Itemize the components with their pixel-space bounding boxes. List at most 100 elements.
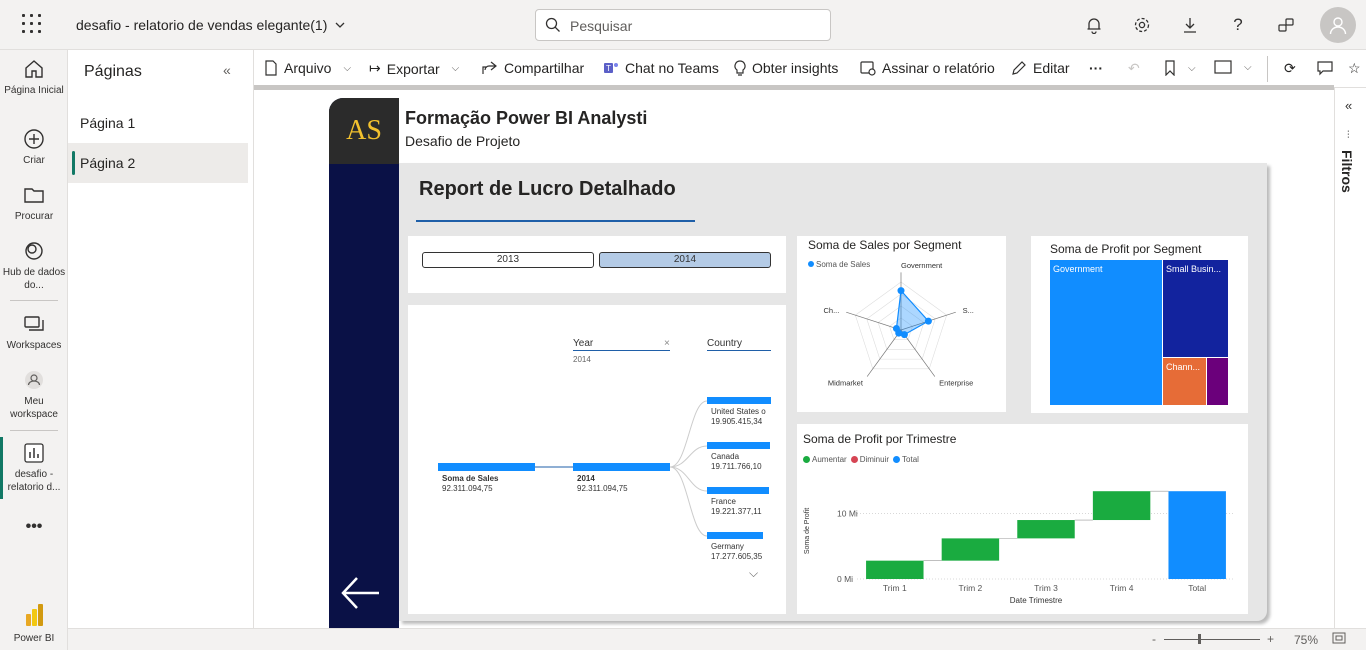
file-menu-button[interactable]: Arquivo ⌵ [264, 60, 351, 76]
chevron-down-icon[interactable]: ⌵ [749, 567, 758, 579]
treemap-cell-other[interactable] [1207, 358, 1228, 405]
edit-button[interactable]: Editar [1011, 60, 1070, 76]
nav-home[interactable]: Página Inicial [0, 58, 68, 97]
treemap-label: Government [1053, 264, 1103, 274]
favorite-star-icon[interactable]: ☆ [1348, 60, 1361, 77]
help-icon[interactable]: ? [1226, 13, 1250, 37]
subscribe-button[interactable]: Assinar o relatório [860, 60, 995, 76]
avatar[interactable] [1320, 7, 1356, 43]
insights-button[interactable]: Obter insights [734, 60, 838, 76]
nav-browse-label: Procurar [14, 211, 54, 222]
zoom-slider-track[interactable] [1164, 639, 1260, 640]
level1-value: 92.311.094,75 [577, 484, 628, 493]
country-bar[interactable] [707, 487, 769, 494]
app-launcher-icon[interactable] [22, 14, 44, 36]
collapse-panel-icon[interactable]: « [223, 62, 231, 78]
more-options-icon[interactable]: ··· [1089, 60, 1103, 76]
view-icon [1214, 60, 1232, 74]
level1-bar[interactable] [573, 463, 670, 471]
report-title-text: Formação Power BI Analysti [405, 108, 648, 128]
teams-chat-button[interactable]: T Chat no Teams [603, 60, 719, 76]
nav-current-report[interactable]: desafio - relatorio d... [0, 442, 68, 494]
treemap-cell-channel[interactable]: Chann... [1163, 358, 1206, 405]
nav-my-workspace[interactable]: Meu workspace [0, 369, 68, 421]
radar-chart-card: Soma de Sales por Segment Soma de Sales … [797, 236, 1006, 412]
nav-browse[interactable]: Procurar [0, 184, 68, 223]
treemap-card: Soma de Profit por Segment Government Sm… [1031, 236, 1248, 413]
report-panel: Report de Lucro Detalhado 2013 2014 Year… [399, 163, 1267, 621]
nav-workspaces[interactable]: Workspaces [0, 313, 68, 352]
file-icon [265, 60, 277, 76]
zoom-out-button[interactable]: - [1152, 632, 1156, 646]
filters-pane[interactable]: « ⫶ Filtros [1334, 88, 1366, 628]
filter-funnel-icon: ⫶ [1347, 130, 1350, 141]
nav-create[interactable]: Criar [0, 128, 68, 167]
page-tab-2[interactable]: Página 2 [68, 143, 248, 183]
zoom-level: 75% [1294, 633, 1319, 647]
share-button[interactable]: Compartilhar [482, 60, 584, 76]
search-placeholder: Pesquisar [570, 18, 633, 34]
feedback-icon[interactable] [1274, 13, 1298, 37]
file-label: Arquivo [284, 60, 332, 76]
country-bar[interactable] [707, 442, 770, 449]
chevron-down-icon: ⌵ [1188, 62, 1196, 74]
status-bar: - + 75% [68, 628, 1366, 650]
back-arrow-icon[interactable] [339, 573, 383, 618]
slicer-option-2013[interactable]: 2013 [422, 252, 594, 268]
power-bi-home[interactable]: Power BI [0, 602, 68, 645]
waterfall-x-tick: Trim 1 [883, 583, 907, 593]
treemap-cell-government[interactable]: Government [1050, 260, 1162, 405]
waterfall-x-axis-label: Date Trimestre [1010, 596, 1063, 605]
treemap-label: Chann... [1166, 362, 1201, 372]
nav-divider [10, 430, 58, 431]
waterfall-bar [1092, 491, 1151, 521]
waterfall-x-tick: Trim 2 [959, 583, 983, 593]
search-box[interactable]: Pesquisar [535, 9, 831, 41]
pages-panel: Páginas « Página 1 Página 2 [68, 50, 254, 628]
more-icon[interactable]: ••• [0, 519, 68, 535]
slicer-option-2014[interactable]: 2014 [599, 252, 771, 268]
expand-filters-icon[interactable]: « [1345, 98, 1352, 113]
insights-label: Obter insights [752, 60, 839, 76]
nav-create-label: Criar [23, 155, 45, 166]
fit-page-icon[interactable] [1332, 632, 1346, 647]
radar-series-area [895, 289, 930, 336]
report-subtitle: Desafio de Projeto [405, 133, 521, 149]
chevron-down-icon: ⌵ [343, 62, 352, 74]
zoom-in-button[interactable]: + [1267, 632, 1274, 646]
refresh-icon[interactable]: ⟳ [1284, 60, 1296, 77]
waterfall-x-tick: Total [1188, 583, 1206, 593]
download-icon[interactable] [1178, 13, 1202, 37]
bell-icon[interactable] [1082, 13, 1106, 37]
power-bi-label: Power BI [13, 633, 55, 644]
comment-icon[interactable] [1317, 60, 1333, 76]
gear-icon[interactable] [1130, 13, 1154, 37]
radar-axis-label: S... [963, 306, 974, 315]
chevron-down-icon: ⌵ [1244, 61, 1252, 73]
bookmark-button[interactable]: ⌵ [1164, 60, 1196, 76]
country-value: 17.277.605,35 [711, 552, 763, 561]
power-bi-logo-icon [26, 604, 43, 626]
nav-data-hub[interactable]: Hub de dados do... [0, 240, 68, 292]
report-icon [24, 443, 44, 463]
nav-current-report-label: desafio - relatorio d... [7, 469, 61, 493]
zoom-slider-thumb[interactable] [1198, 634, 1201, 644]
report-sidebar: AS [329, 98, 399, 628]
page-tab-1[interactable]: Página 1 [68, 103, 248, 143]
country-bar[interactable] [707, 532, 763, 539]
country-bar[interactable] [707, 397, 771, 404]
root-bar[interactable] [438, 463, 535, 471]
country-label: Germany [711, 542, 744, 551]
waterfall-bar [941, 538, 1000, 561]
report-toolbar: Arquivo ⌵ ↦ Exportar ⌵ Compartilhar T Chat… [254, 50, 1366, 88]
top-bar: desafio - relatorio de vendas elegante(1… [0, 0, 1366, 50]
share-label: Compartilhar [504, 60, 585, 76]
view-button[interactable]: ⌵ [1214, 60, 1252, 74]
export-menu-button[interactable]: ↦ Exportar ⌵ [369, 60, 459, 77]
report-title-dropdown[interactable]: desafio - relatorio de vendas elegante(1… [76, 17, 345, 33]
nav-data-hub-label: Hub de dados do... [2, 267, 66, 291]
plus-circle-icon [24, 129, 44, 149]
country-label: United States o [711, 407, 766, 416]
treemap-cell-small-business[interactable]: Small Busin... [1163, 260, 1228, 357]
decomposition-tree: Year × 2014 Country Soma de Sales 92.311… [408, 305, 786, 614]
